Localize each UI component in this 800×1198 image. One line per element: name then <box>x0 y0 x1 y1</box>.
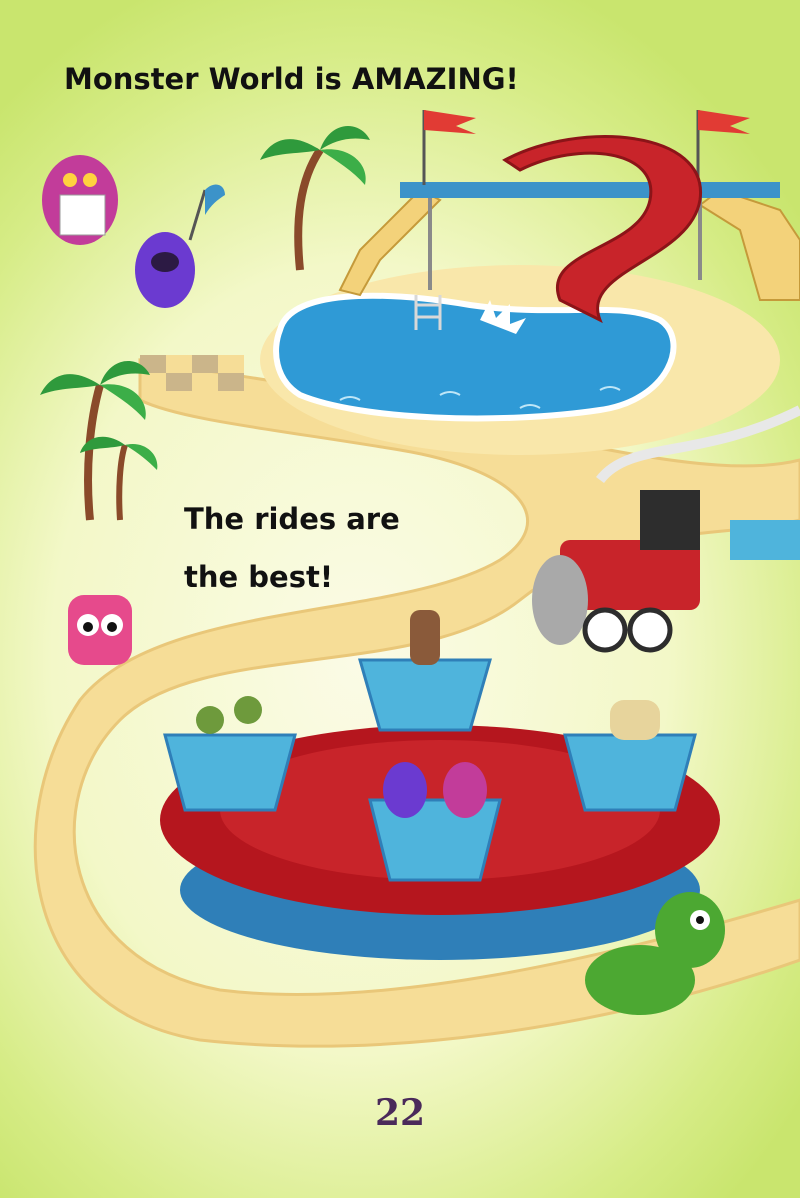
monster-icon <box>135 184 225 308</box>
page-number: 22 <box>374 1092 426 1134</box>
pool-icon <box>273 292 677 422</box>
body-text-line: the best! <box>184 560 334 594</box>
page-heading: Monster World is AMAZING! <box>64 62 519 96</box>
body-text: The rides are the best! <box>184 490 444 606</box>
book-page: Monster World is AMAZING! The rides are … <box>0 0 800 1198</box>
monster-icon <box>68 595 132 665</box>
teacup-icon <box>563 700 697 812</box>
bridge <box>400 182 780 198</box>
teacup-icon <box>163 696 297 812</box>
body-text-line: The rides are <box>184 502 400 536</box>
stairs-right <box>698 188 800 301</box>
monster-icon <box>42 155 118 245</box>
palm-tree-icon <box>260 126 370 271</box>
